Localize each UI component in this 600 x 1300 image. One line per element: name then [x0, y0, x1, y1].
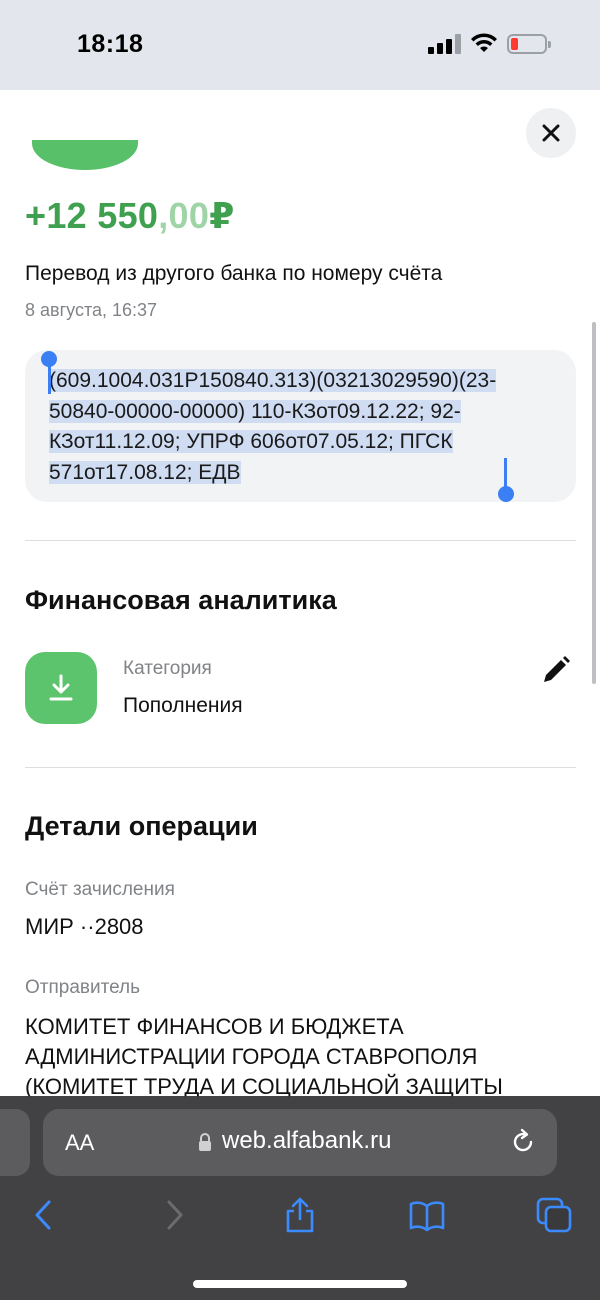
home-indicator — [193, 1280, 407, 1288]
transaction-amount: +12 550,00₽ — [25, 195, 235, 237]
download-icon — [49, 674, 73, 701]
divider — [25, 767, 576, 768]
category-value[interactable]: Пополнения — [123, 694, 243, 718]
amount-decimal: ,00 — [158, 195, 210, 236]
forward-icon[interactable] — [155, 1196, 193, 1234]
edit-pencil-icon[interactable] — [540, 654, 572, 686]
close-button[interactable] — [526, 108, 576, 158]
transaction-date: 8 августа, 16:37 — [25, 300, 158, 320]
status-time: 18:18 — [77, 30, 144, 58]
transaction-message[interactable]: (609.1004.031Р150840.313)(03213029590)(2… — [49, 366, 549, 488]
previous-tab-preview[interactable] — [0, 1109, 30, 1176]
lock-icon — [199, 1133, 211, 1151]
cellular-signal-icon — [428, 34, 462, 54]
url-text[interactable]: web.alfabank.ru — [222, 1127, 391, 1155]
message-selected-text[interactable]: (609.1004.031Р150840.313)(03213029590)(2… — [49, 369, 497, 484]
status-bar: 18:18 — [0, 0, 600, 90]
transaction-logo — [32, 140, 138, 170]
account-value: МИР ··2808 — [25, 914, 144, 939]
scrollbar[interactable] — [592, 322, 596, 684]
close-icon — [542, 124, 560, 142]
category-icon[interactable] — [25, 652, 97, 724]
tabs-icon[interactable] — [535, 1196, 573, 1234]
selection-start-handle[interactable] — [41, 351, 57, 367]
wifi-icon — [471, 33, 497, 52]
back-icon[interactable] — [25, 1196, 63, 1234]
category-label: Категория — [123, 658, 212, 679]
transaction-title: Перевод из другого банка по номеру счёта — [25, 262, 443, 285]
share-icon[interactable] — [281, 1196, 319, 1234]
amount-main: +12 550 — [25, 195, 159, 236]
sender-value: КОМИТЕТ ФИНАНСОВ И БЮДЖЕТА АДМИНИСТРАЦИИ… — [25, 1014, 503, 1099]
currency-symbol: ₽ — [209, 195, 235, 236]
account-label: Счёт зачисления — [25, 879, 175, 900]
analytics-title: Финансовая аналитика — [25, 585, 337, 615]
bookmarks-icon[interactable] — [408, 1196, 446, 1234]
battery-icon — [507, 34, 551, 54]
selection-end-handle[interactable] — [498, 486, 514, 502]
details-title: Детали операции — [25, 811, 258, 841]
text-size-button[interactable]: AA — [65, 1130, 94, 1156]
sender-label: Отправитель — [25, 977, 141, 998]
divider — [25, 540, 576, 541]
reload-icon[interactable] — [509, 1128, 537, 1156]
